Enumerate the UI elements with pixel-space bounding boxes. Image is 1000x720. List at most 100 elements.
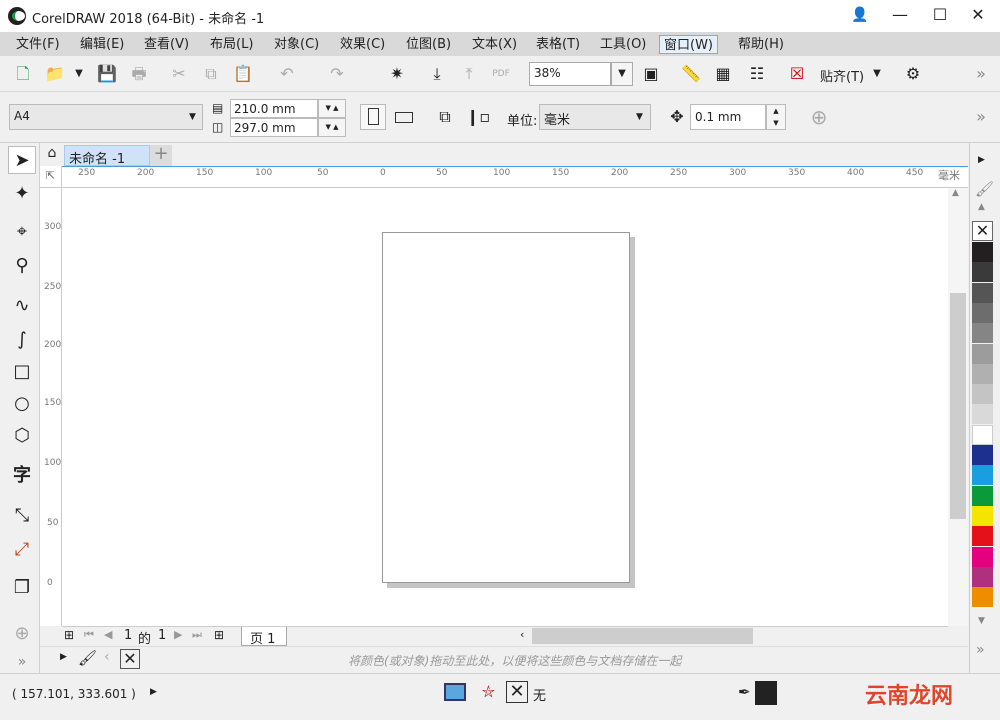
portrait-orientation-button[interactable] [360,104,386,130]
ellipse-tool-icon[interactable]: ○ [8,390,36,418]
artistic-media-tool-icon[interactable]: ∫ [8,326,36,354]
tray-menu-icon[interactable]: ▶ [60,652,67,662]
print-icon[interactable]: 🖶 [128,63,150,85]
publish-pdf-icon[interactable]: PDF [490,63,512,85]
nudge-distance-field[interactable]: 0.1 mm [690,104,766,130]
menu-layout[interactable]: 布局(L) [206,35,257,54]
landscape-orientation-button[interactable] [392,104,418,130]
prev-page-icon[interactable]: ◀ [104,628,112,641]
color-swatch[interactable] [972,424,993,445]
snap-off-icon[interactable]: ☒ [786,63,808,85]
scroll-up-icon[interactable]: ▲ [952,188,959,198]
menu-bitmaps[interactable]: 位图(B) [402,35,455,54]
palette-menu-icon[interactable]: ▶ [978,155,985,165]
propbar-overflow-icon[interactable]: » [970,106,992,128]
page-tab[interactable]: 页 1 [241,627,287,647]
zoom-dropdown-icon[interactable]: ▼ [611,62,633,86]
open-dropdown-icon[interactable]: ▼ [68,63,90,85]
grid-icon[interactable]: ▦ [712,63,734,85]
no-fill-swatch-icon[interactable]: ✕ [972,221,993,241]
settings-gear-icon[interactable]: ⚙ [902,63,924,85]
redo-icon[interactable]: ↷ [326,63,348,85]
color-swatch[interactable] [972,282,993,303]
pick-tool-icon[interactable]: ➤ [8,146,36,174]
menu-table[interactable]: 表格(T) [532,35,584,54]
snap-dropdown-icon[interactable]: ▼ [866,63,888,85]
scroll-left-icon[interactable]: ‹ [520,628,524,641]
maximize-button[interactable]: ☐ [920,0,960,32]
color-swatch[interactable] [972,546,993,567]
color-swatch[interactable] [972,343,993,364]
page-size-select[interactable]: A4 [9,104,203,130]
freehand-tool-icon[interactable]: ∿ [8,292,36,320]
page-height-field[interactable]: 297.0 mm [230,118,318,137]
text-tool-icon[interactable]: 字 [8,462,36,490]
color-proofing-icon[interactable] [444,683,466,701]
crop-tool-icon[interactable]: ⌖ [8,218,36,246]
current-page-icon[interactable]: ❙▫ [466,106,490,128]
units-dropdown-icon[interactable]: ▼ [636,112,643,122]
tray-prev-icon[interactable]: ‹ [104,649,110,665]
palette-eyedropper-icon[interactable]: 🖌 [975,180,994,198]
menu-tools[interactable]: 工具(O) [596,35,650,54]
status-menu-icon[interactable]: ▶ [150,687,157,697]
cut-icon[interactable]: ✂ [168,63,190,85]
shape-tool-icon[interactable]: ✦ [8,180,36,208]
close-button[interactable]: ✕ [958,0,998,32]
toolbar-overflow-icon[interactable]: » [970,63,992,85]
ruler-origin-icon[interactable]: ⇱ [40,166,62,188]
vertical-scroll-thumb[interactable] [950,293,966,519]
menu-object[interactable]: 对象(C) [270,35,323,54]
toolbox-overflow-icon[interactable]: » [8,648,36,676]
outline-color-swatch[interactable] [755,681,777,705]
drop-shadow-tool-icon[interactable]: ❐ [8,574,36,602]
full-screen-icon[interactable]: ▣ [640,63,662,85]
color-swatch[interactable] [972,384,993,405]
rulers-icon[interactable]: 📏 [680,63,702,85]
page-width-field[interactable]: 210.0 mm [230,99,318,118]
color-swatch[interactable] [972,262,993,283]
document-tab[interactable]: 未命名 -1 [64,145,150,167]
add-tool-icon[interactable]: ⊕ [8,620,36,648]
color-swatch[interactable] [972,566,993,587]
palette-scroll-up-icon[interactable]: ▲ [978,202,985,212]
palette-scroll-down-icon[interactable]: ▼ [978,616,985,626]
nudge-spinner[interactable]: ▲ ▼ [766,104,786,130]
add-page-before-icon[interactable]: ⊞ [64,628,74,642]
all-pages-icon[interactable]: ⧉ [434,106,456,128]
menu-text[interactable]: 文本(X) [468,35,521,54]
undo-icon[interactable]: ↶ [276,63,298,85]
width-spinner[interactable]: ▼ ▲ [318,99,346,118]
color-swatch[interactable] [972,587,993,608]
polygon-tool-icon[interactable]: ⬡ [8,422,36,450]
height-spinner[interactable]: ▼ ▲ [318,118,346,137]
color-swatch[interactable] [972,242,993,262]
document-page[interactable] [382,232,630,583]
first-page-icon[interactable]: ⏮ [84,628,94,642]
color-swatch[interactable] [972,445,993,465]
outline-pen-icon[interactable]: ✒ [738,683,751,701]
add-page-after-icon[interactable]: ⊞ [214,628,224,642]
eyedropper-icon[interactable]: 🖌 [78,649,97,667]
rectangle-tool-icon[interactable]: □ [8,358,36,386]
snap-to-label[interactable]: 贴齐(T) [820,66,864,85]
no-color-swatch-icon[interactable]: ✕ [120,649,140,669]
menu-window[interactable]: 窗口(W) [659,35,718,54]
color-swatch[interactable] [972,404,993,425]
next-page-icon[interactable]: ▶ [174,628,182,641]
add-property-icon[interactable]: ⊕ [808,106,830,128]
color-swatch[interactable] [972,505,993,526]
vertical-ruler[interactable] [40,166,62,626]
menu-help[interactable]: 帮助(H) [734,35,788,54]
menu-file[interactable]: 文件(F) [12,35,64,54]
dimension-tool-icon[interactable]: ⤡ [8,502,36,530]
menu-effects[interactable]: 效果(C) [336,35,389,54]
menu-edit[interactable]: 编辑(E) [76,35,128,54]
new-document-icon[interactable]: 🗋 [12,63,34,85]
copy-icon[interactable]: ⧉ [200,63,222,85]
import-icon[interactable]: ⤓ [426,63,448,85]
color-swatch[interactable] [972,323,993,344]
menu-view[interactable]: 查看(V) [140,35,193,54]
minimize-button[interactable]: — [880,0,920,32]
last-page-icon[interactable]: ⏭ [192,628,202,642]
